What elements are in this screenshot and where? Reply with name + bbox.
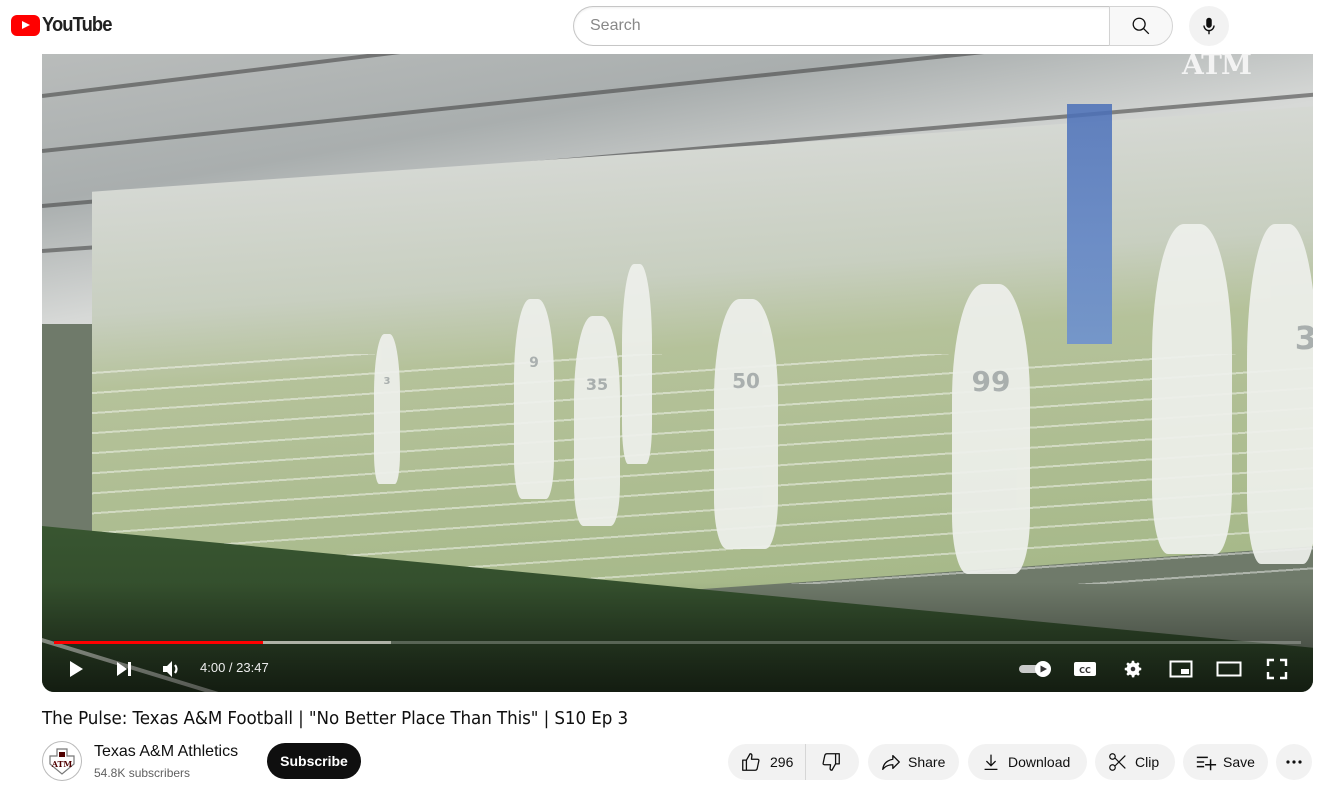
fullscreen-icon [1266, 658, 1288, 680]
volume-icon [163, 661, 178, 677]
share-button[interactable]: Share [868, 744, 959, 780]
fullscreen-button[interactable] [1262, 654, 1292, 684]
settings-button[interactable] [1118, 654, 1148, 684]
miniplayer-button[interactable] [1166, 654, 1196, 684]
football-player [622, 264, 652, 464]
search-icon [1132, 17, 1150, 35]
channel-avatar[interactable]: ATM [42, 741, 82, 781]
more-horizontal-icon [1286, 760, 1302, 764]
save-label: Save [1223, 754, 1255, 770]
time-display: 4:00 / 23:47 [200, 660, 269, 675]
download-icon [980, 751, 1002, 773]
download-label: Download [1008, 754, 1071, 770]
texas-am-logo-icon: ATM [49, 748, 75, 775]
autoplay-toggle[interactable] [1016, 654, 1054, 684]
theater-icon [1216, 661, 1242, 677]
theater-mode-button[interactable] [1214, 654, 1244, 684]
clip-button[interactable]: Clip [1095, 744, 1175, 780]
football-player: 50 [714, 299, 778, 549]
thumbs-up-icon [742, 753, 760, 771]
svg-text:ATM: ATM [51, 759, 73, 769]
download-button[interactable]: Download [968, 744, 1087, 780]
youtube-logo[interactable]: YouTube [11, 14, 118, 37]
share-label: Share [908, 754, 946, 770]
scissors-icon [1107, 751, 1129, 773]
autoplay-toggle-icon [1019, 661, 1051, 677]
masthead: YouTube [0, 0, 1324, 54]
progress-played [54, 641, 264, 644]
dislike-button[interactable] [806, 744, 856, 780]
microphone-icon [1203, 17, 1215, 35]
football-player: 99 [952, 284, 1030, 574]
gear-icon [1124, 660, 1142, 678]
football-player: 9 [514, 299, 554, 499]
progress-bar[interactable] [54, 641, 1301, 644]
captions-icon: CC [1074, 662, 1096, 676]
share-icon [880, 751, 902, 773]
captions-button[interactable]: CC [1070, 654, 1100, 684]
football-player: 3 [374, 334, 400, 484]
football-player: 35 [574, 316, 620, 526]
like-button[interactable]: 296 [728, 744, 807, 780]
clip-label: Clip [1135, 754, 1160, 770]
playlist-add-icon [1195, 751, 1217, 773]
save-button[interactable]: Save [1183, 744, 1268, 780]
video-title: The Pulse: Texas A&M Football | "No Bett… [42, 708, 629, 729]
search-input[interactable] [574, 7, 1110, 45]
blue-pad [1067, 104, 1112, 344]
play-button[interactable] [60, 654, 92, 684]
channel-name[interactable]: Texas A&M Athletics [94, 743, 238, 761]
texas-am-watermark: ATM [1181, 54, 1252, 81]
voice-search-button[interactable] [1189, 6, 1229, 46]
search-button[interactable] [1109, 6, 1173, 46]
search-box [573, 6, 1110, 46]
subscribe-button[interactable]: Subscribe [267, 743, 361, 779]
next-button[interactable] [108, 654, 140, 684]
volume-button[interactable] [156, 654, 188, 684]
play-icon [70, 661, 83, 677]
like-count: 296 [770, 754, 794, 770]
youtube-play-icon [11, 15, 40, 36]
thumbs-down-icon [822, 753, 841, 771]
football-player [1152, 224, 1232, 554]
football-player: 3 [1247, 224, 1313, 564]
next-icon [117, 662, 131, 676]
logo-text: YouTube [42, 14, 112, 36]
video-player[interactable]: 3 9 35 50 99 3 ATM 4:00 / 23:47 CC [42, 54, 1313, 692]
like-dislike-group: 296 [728, 744, 859, 780]
more-actions-button[interactable] [1276, 744, 1312, 780]
miniplayer-icon [1169, 660, 1193, 678]
svg-text:CC: CC [1079, 666, 1091, 675]
subscriber-count: 54.8K subscribers [94, 766, 191, 780]
